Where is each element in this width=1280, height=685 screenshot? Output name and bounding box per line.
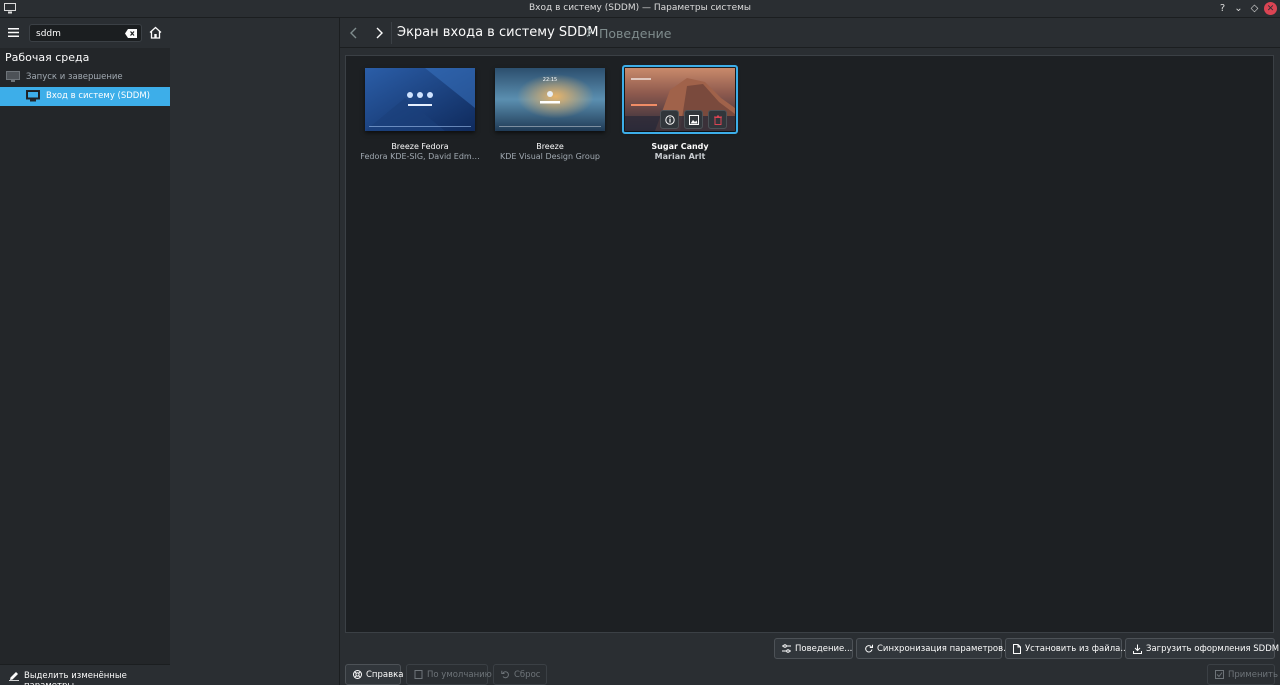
apply-button[interactable]: Применить <box>1207 664 1278 685</box>
sidebar: Рабочая среда Запуск и завершение Вход в… <box>0 18 170 685</box>
undo-icon <box>501 670 509 679</box>
subcategory-column <box>170 18 340 685</box>
theme-author: Fedora KDE-SIG, David Edm… <box>360 152 480 161</box>
theme-author: Marian Arlt <box>654 152 706 161</box>
theme-name: Sugar Candy <box>651 142 709 151</box>
clear-text-icon[interactable] <box>125 29 137 38</box>
wallpaper-icon <box>688 114 699 125</box>
chevron-right-icon <box>586 28 592 37</box>
behavior-button[interactable]: Поведение... <box>774 638 853 659</box>
breadcrumb-main[interactable]: Экран входа в систему SDDM <box>397 25 598 40</box>
download-themes-label: Загрузить оформления SDDM... <box>1146 643 1280 654</box>
file-icon <box>414 670 423 679</box>
behavior-button-label: Поведение... <box>795 643 853 654</box>
highlight-changed-button[interactable]: Выделить изменённые параметры <box>0 664 170 685</box>
maximize-button[interactable]: ◇ <box>1248 2 1261 15</box>
title-bar: Вход в систему (SDDM) — Параметры систем… <box>0 0 1280 18</box>
apply-label: Применить <box>1228 669 1278 680</box>
minimize-button[interactable]: ⌄ <box>1232 2 1245 15</box>
sidebar-item-label: Вход в систему (SDDM) <box>46 91 151 101</box>
sidebar-group-label: Запуск и завершение <box>26 72 123 82</box>
settings-icon <box>782 644 791 653</box>
reset-label: Сброс <box>514 669 541 680</box>
help-icon <box>353 670 362 679</box>
theme-thumbnail: 22:15 <box>495 68 605 131</box>
theme-name: Breeze <box>536 142 564 151</box>
help-button[interactable]: ? <box>1216 2 1229 15</box>
theme-delete-button[interactable] <box>708 110 727 129</box>
theme-grid: Breeze Fedora Fedora KDE-SIG, David Edm… <box>345 55 1274 633</box>
theme-wallpaper-button[interactable] <box>684 110 703 129</box>
theme-card-breeze-fedora[interactable]: Breeze Fedora Fedora KDE-SIG, David Edm… <box>360 65 480 161</box>
file-icon <box>1013 643 1021 654</box>
download-icon <box>1133 644 1142 654</box>
category-heading: Рабочая среда <box>5 51 90 64</box>
close-button[interactable]: ✕ <box>1264 2 1277 15</box>
check-icon <box>1215 670 1224 679</box>
download-themes-button[interactable]: Загрузить оформления SDDM... <box>1125 638 1280 659</box>
theme-name: Breeze Fedora <box>391 142 449 151</box>
sync-settings-label: Синхронизация параметров... <box>877 643 1012 654</box>
help-footer-label: Справка <box>366 669 404 680</box>
info-icon <box>664 114 675 125</box>
install-from-file-button[interactable]: Установить из файла... <box>1005 638 1128 659</box>
trash-icon <box>713 115 722 125</box>
defaults-label: По умолчанию <box>427 669 492 680</box>
main-area: Экран входа в систему SDDM Поведение Bre… <box>340 18 1280 685</box>
theme-card-breeze[interactable]: 22:15 Breeze KDE Visual Design Group <box>492 65 608 161</box>
sidebar-toolbar <box>0 18 170 48</box>
forward-icon[interactable] <box>373 26 385 40</box>
header-separator <box>391 22 392 44</box>
sync-icon <box>865 644 873 653</box>
sidebar-item-sddm[interactable]: Вход в систему (SDDM) <box>0 87 170 106</box>
monitor-icon <box>26 90 40 102</box>
svg-text:22:15: 22:15 <box>543 77 557 83</box>
theme-author: KDE Visual Design Group <box>500 152 600 161</box>
theme-card-sugar-candy[interactable]: Sugar Candy Marian Arlt <box>622 65 738 161</box>
back-icon[interactable] <box>348 26 360 40</box>
home-icon[interactable] <box>149 26 162 39</box>
reset-button[interactable]: Сброс <box>493 664 547 685</box>
theme-info-button[interactable] <box>660 110 679 129</box>
sidebar-group-startup[interactable]: Запуск и завершение <box>0 68 170 86</box>
defaults-button[interactable]: По умолчанию <box>406 664 492 685</box>
monitor-icon <box>6 71 20 82</box>
window-title: Вход в систему (SDDM) — Параметры систем… <box>528 3 752 13</box>
help-footer-button[interactable]: Справка <box>345 664 404 685</box>
search-field[interactable] <box>29 24 142 42</box>
search-input[interactable] <box>36 27 121 40</box>
install-from-file-label: Установить из файла... <box>1025 643 1129 654</box>
highlight-changed-label: Выделить изменённые параметры <box>24 671 127 685</box>
theme-thumbnail <box>365 68 475 131</box>
page-header: Экран входа в систему SDDM Поведение <box>340 18 1280 48</box>
pencil-icon <box>9 672 19 681</box>
hamburger-menu-icon[interactable] <box>8 27 19 38</box>
sync-settings-button[interactable]: Синхронизация параметров... <box>856 638 1011 659</box>
breadcrumb-sub[interactable]: Поведение <box>599 26 671 41</box>
